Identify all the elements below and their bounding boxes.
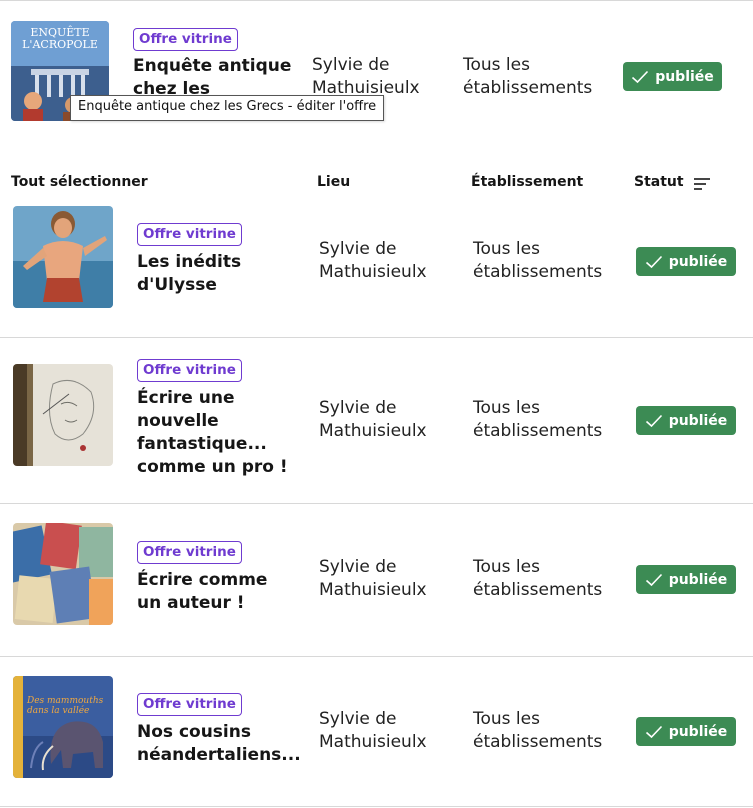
thumbnail-title-mammouths: Des mammouths dans la vallée bbox=[27, 696, 104, 716]
status-badge-published: publiée bbox=[636, 247, 736, 276]
check-icon bbox=[645, 725, 662, 738]
offer-lieu: Sylvie de Mathuisieulx bbox=[319, 709, 427, 752]
offer-etablissement: Tous les établissements bbox=[473, 398, 603, 441]
status-label: publiée bbox=[655, 68, 714, 85]
offer-title-clip: Enquête antique chez les bbox=[133, 55, 303, 97]
offer-etablissement: Tous les établissements bbox=[463, 55, 593, 98]
offer-lieu: Sylvie de Mathuisieulx bbox=[319, 398, 427, 441]
table-header: Tout sélectionner Lieu Établissement Sta… bbox=[0, 172, 753, 194]
thumbnail-title-acropole: ENQUÊTE L'ACROPOLE bbox=[22, 26, 98, 51]
status-label: publiée bbox=[668, 571, 728, 588]
check-icon bbox=[645, 414, 662, 427]
status-badge-published: publiée bbox=[636, 717, 736, 746]
offer-title[interactable]: Écrire comme un auteur ! bbox=[137, 569, 287, 615]
status-label: publiée bbox=[668, 412, 728, 429]
offer-title[interactable]: Enquête antique chez les bbox=[133, 55, 293, 97]
check-icon bbox=[645, 573, 662, 586]
status-badge-published: publiée bbox=[636, 406, 736, 435]
status-badge-published: publiée bbox=[636, 565, 736, 594]
row-divider bbox=[0, 337, 753, 338]
offer-thumbnail-mammouths[interactable]: Des mammouths dans la vallée bbox=[13, 676, 113, 778]
offer-title[interactable]: Écrire une nouvelle fantastique... comme… bbox=[137, 387, 297, 479]
check-icon bbox=[645, 255, 662, 268]
offer-vitrine-tag: Offre vitrine bbox=[133, 28, 238, 51]
sort-icon[interactable] bbox=[692, 176, 712, 192]
offer-lieu: Sylvie de Mathuisieulx bbox=[319, 557, 427, 600]
status-badge-published: publiée bbox=[623, 62, 722, 91]
check-icon bbox=[632, 70, 649, 83]
row-divider bbox=[0, 503, 753, 504]
offer-title[interactable]: Nos cousins néandertaliens... bbox=[137, 721, 307, 767]
column-header-etablissement: Établissement bbox=[471, 174, 584, 190]
offer-etablissement: Tous les établissements bbox=[473, 239, 603, 282]
offer-vitrine-tag: Offre vitrine bbox=[137, 693, 242, 716]
row-divider bbox=[0, 656, 753, 657]
column-header-lieu: Lieu bbox=[317, 174, 351, 190]
status-label: publiée bbox=[668, 723, 728, 740]
edit-offer-tooltip: Enquête antique chez les Grecs - éditer … bbox=[70, 95, 385, 121]
top-divider bbox=[0, 0, 753, 1]
offer-title[interactable]: Les inédits d'Ulysse bbox=[137, 251, 287, 297]
offer-thumbnail-ulysse[interactable] bbox=[13, 206, 113, 308]
offer-thumbnail-auteur[interactable] bbox=[13, 523, 113, 625]
offer-lieu: Sylvie de Mathuisieulx bbox=[312, 55, 420, 98]
status-label: publiée bbox=[668, 253, 728, 270]
offer-vitrine-tag: Offre vitrine bbox=[137, 359, 242, 382]
column-header-statut: Statut bbox=[634, 174, 684, 190]
offer-lieu: Sylvie de Mathuisieulx bbox=[319, 239, 427, 282]
select-all-label[interactable]: Tout sélectionner bbox=[11, 174, 148, 190]
offer-vitrine-tag: Offre vitrine bbox=[137, 541, 242, 564]
offer-vitrine-tag: Offre vitrine bbox=[137, 223, 242, 246]
row-divider bbox=[0, 806, 753, 807]
offer-thumbnail-fantastique[interactable] bbox=[13, 364, 113, 466]
offer-etablissement: Tous les établissements bbox=[473, 709, 603, 752]
offer-etablissement: Tous les établissements bbox=[473, 557, 603, 600]
